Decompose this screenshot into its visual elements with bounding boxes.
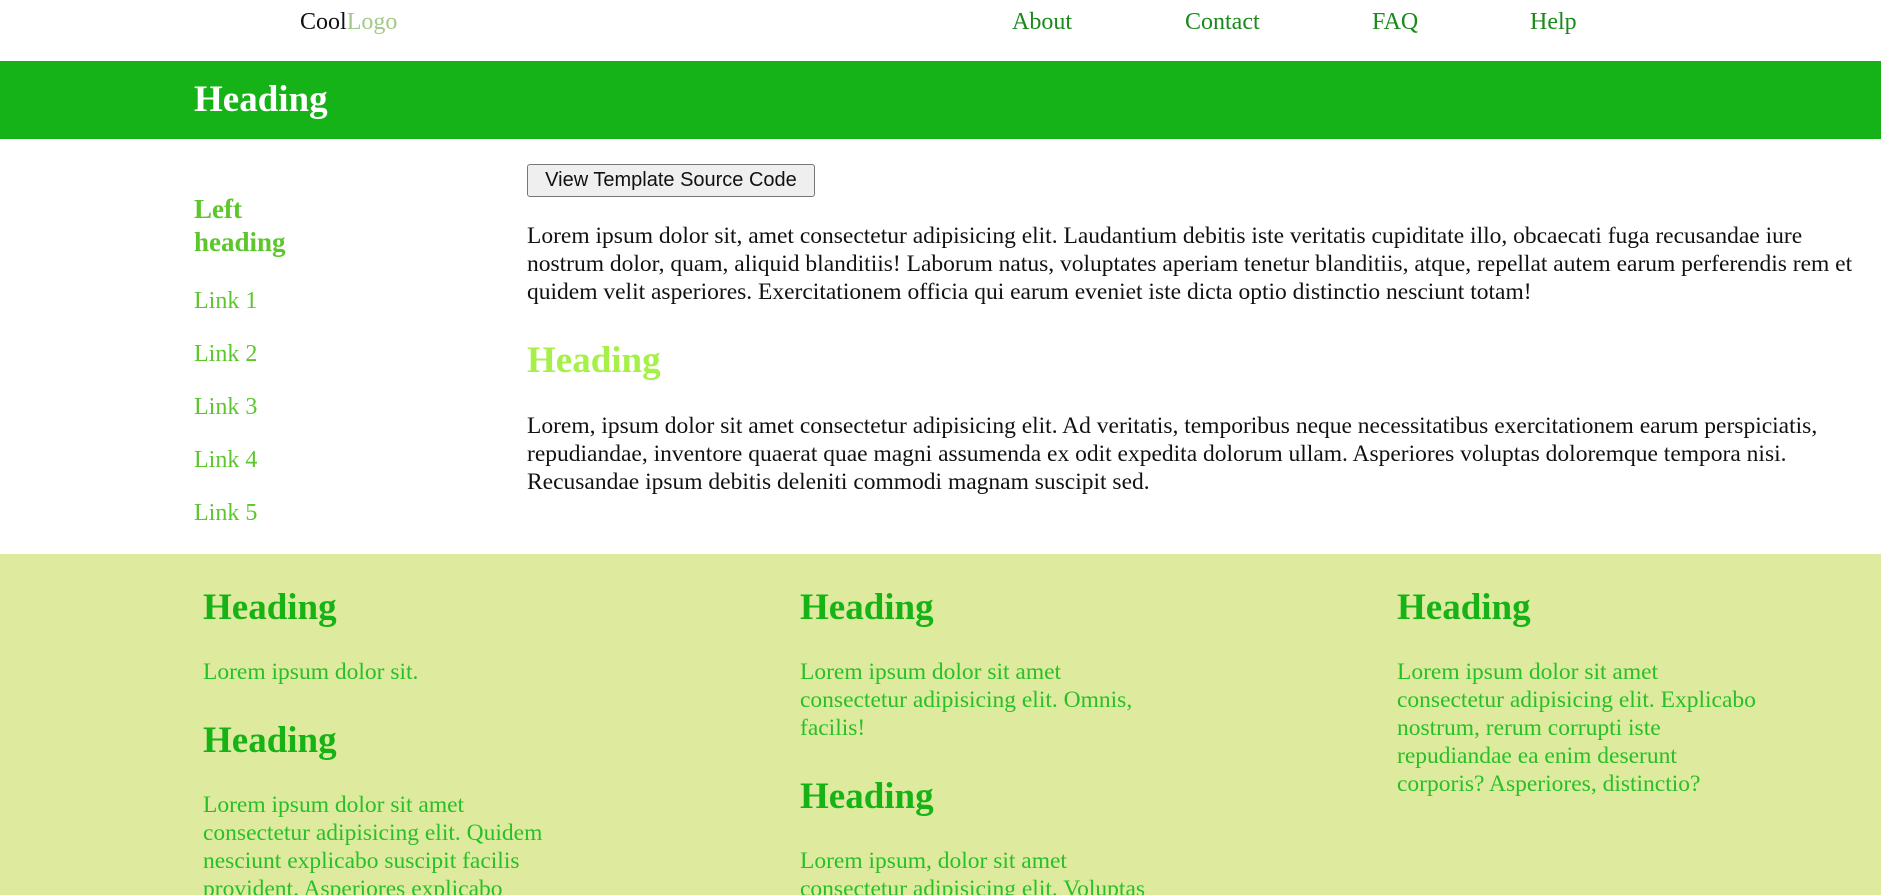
footer-col1-heading-2: Heading — [203, 720, 337, 761]
site-logo[interactable]: CoolLogo — [300, 7, 397, 37]
nav-link-about[interactable]: About — [1012, 7, 1072, 37]
footer-col1-text-2: Lorem ipsum dolor sit amet consectetur a… — [203, 792, 543, 895]
sidebar-link-3[interactable]: Link 3 — [194, 392, 257, 422]
sidebar-heading: Left heading — [194, 193, 354, 259]
sidebar-heading-line1: Left — [194, 194, 242, 224]
nav-link-faq[interactable]: FAQ — [1372, 7, 1418, 37]
sidebar-link-1[interactable]: Link 1 — [194, 286, 257, 316]
footer: Heading Lorem ipsum dolor sit. Heading L… — [0, 554, 1881, 895]
footer-col2-heading-2: Heading — [800, 776, 934, 817]
footer-col2-text-2: Lorem ipsum, dolor sit amet consectetur … — [800, 848, 1146, 895]
sidebar-link-2[interactable]: Link 2 — [194, 339, 257, 369]
top-navbar: CoolLogo About Contact FAQ Help — [0, 0, 1881, 61]
main-paragraph-1: Lorem ipsum dolor sit, amet consectetur … — [527, 223, 1853, 305]
sidebar-link-5[interactable]: Link 5 — [194, 498, 257, 528]
logo-first-part: Cool — [300, 9, 347, 35]
footer-col3-text-1: Lorem ipsum dolor sit amet consectetur a… — [1397, 659, 1756, 797]
page-banner: Heading — [0, 61, 1881, 139]
footer-col2-text-1: Lorem ipsum dolor sit amet consectetur a… — [800, 659, 1133, 741]
left-sidebar: Left heading Link 1 Link 2 Link 3 Link 4… — [194, 193, 354, 526]
logo-second-part: Logo — [346, 9, 398, 35]
footer-col3-heading-1: Heading — [1397, 587, 1531, 628]
footer-col2-heading-1: Heading — [800, 587, 934, 628]
nav-link-help[interactable]: Help — [1530, 7, 1577, 37]
main-paragraph-2: Lorem, ipsum dolor sit amet consectetur … — [527, 413, 1818, 495]
footer-col1-text-1: Lorem ipsum dolor sit. — [203, 659, 419, 685]
main-heading: Heading — [527, 340, 661, 381]
footer-col1-heading-1: Heading — [203, 587, 337, 628]
sidebar-heading-line2: heading — [194, 227, 286, 257]
nav-link-contact[interactable]: Contact — [1185, 7, 1260, 37]
sidebar-link-4[interactable]: Link 4 — [194, 445, 257, 475]
view-source-button[interactable]: View Template Source Code — [527, 164, 815, 197]
banner-heading: Heading — [194, 79, 328, 120]
